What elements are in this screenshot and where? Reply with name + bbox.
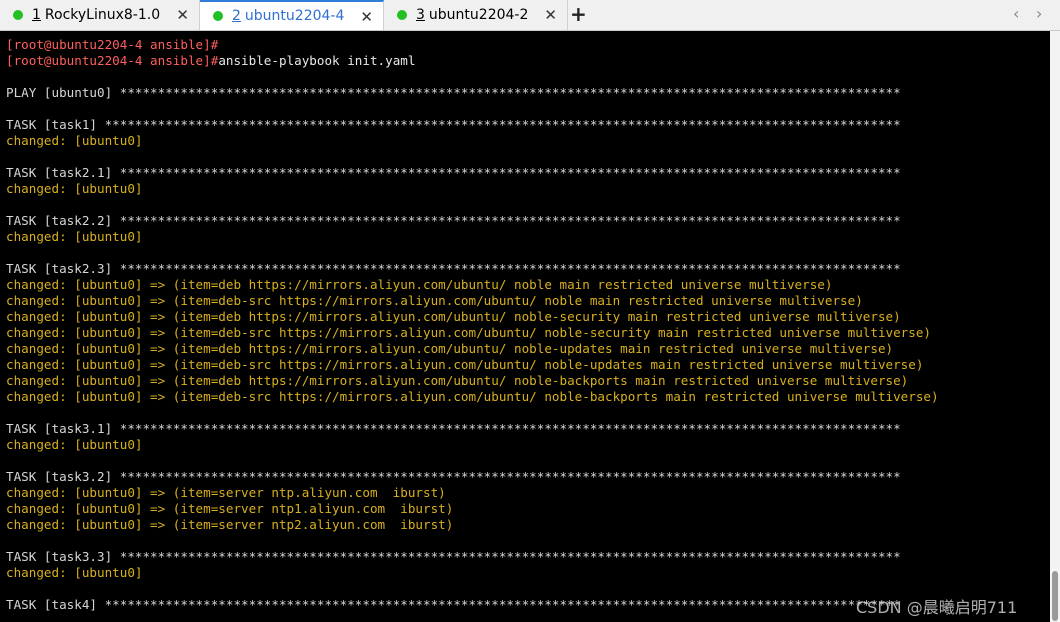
task-result: changed: [ubuntu0] [6,181,143,196]
tab-scroll-left-icon[interactable]: ‹ [1013,4,1019,23]
tab-number: 1 [32,7,41,23]
task-result: changed: [ubuntu0] => (item=server ntp2.… [6,517,454,532]
task-header: TASK [task3.1] *************************… [6,421,901,436]
terminal-command-line: [root@ubuntu2204-4 ansible]#ansible-play… [6,53,415,69]
play-header: PLAY [ubuntu0] *************************… [6,85,901,100]
tab-ubuntu2204-2[interactable]: 3 ubuntu2204-2 ✕ [384,0,568,30]
close-icon[interactable]: ✕ [544,6,557,24]
terminal-prompt-line: [root@ubuntu2204-4 ansible]# [6,37,218,53]
task-result: changed: [ubuntu0] => (item=server ntp1.… [6,501,454,516]
task-result: changed: [ubuntu0] [6,565,143,580]
close-icon[interactable]: ✕ [360,8,373,26]
task-result: changed: [ubuntu0] => (item=deb https://… [6,341,894,356]
terminal-scrollbar[interactable] [1050,31,1060,622]
tab-number: 3 [416,7,425,23]
watermark-text: CSDN @晨曦启明711 [856,598,1018,617]
command-text: ansible-playbook init.yaml [218,53,416,68]
prompt-text: [root@ubuntu2204-4 ansible]# [6,53,219,68]
tab-label: ubuntu2204-4 [244,8,345,24]
tab-rockylinux8[interactable]: 1 RockyLinux8-1.0 ✕ [0,0,200,30]
status-dot-icon [213,11,223,21]
task-result: changed: [ubuntu0] => (item=deb-src http… [6,357,924,372]
tab-ubuntu2204-4[interactable]: 2 ubuntu2204-4 ✕ [200,0,384,30]
task-header: TASK [task3.3] *************************… [6,549,901,564]
task-header: TASK [task2.1] *************************… [6,165,901,180]
task-header: TASK [task2.3] *************************… [6,261,901,276]
task-result: changed: [ubuntu0] => (item=deb https://… [6,309,901,324]
tab-label: ubuntu2204-2 [428,7,529,23]
status-dot-icon [13,10,23,20]
task-result: changed: [ubuntu0] => (item=deb-src http… [6,325,932,340]
task-header: TASK [task4] ***************************… [6,597,901,612]
terminal-output[interactable]: [root@ubuntu2204-4 ansible]# [root@ubunt… [0,31,1050,622]
task-result: changed: [ubuntu0] => (item=deb https://… [6,277,833,292]
task-result: changed: [ubuntu0] [6,437,143,452]
tab-number: 2 [232,8,241,24]
tab-bar: 1 RockyLinux8-1.0 ✕ 2 ubuntu2204-4 ✕ 3 u… [0,0,1060,31]
prompt-text: [root@ubuntu2204-4 ansible]# [6,37,219,52]
close-icon[interactable]: ✕ [176,6,189,24]
scrollbar-thumb[interactable] [1052,571,1058,621]
task-result: changed: [ubuntu0] [6,133,143,148]
new-tab-button[interactable]: + [570,2,587,26]
task-result: changed: [ubuntu0] => (item=deb-src http… [6,293,863,308]
tab-label: RockyLinux8-1.0 [44,7,161,23]
task-header: TASK [task3.2] *************************… [6,469,901,484]
task-result: changed: [ubuntu0] => (item=server ntp.a… [6,485,446,500]
task-result: changed: [ubuntu0] => (item=deb-src http… [6,389,939,404]
status-dot-icon [397,10,407,20]
task-result: changed: [ubuntu0] => (item=deb https://… [6,373,909,388]
task-header: TASK [task2.2] *************************… [6,213,901,228]
task-result: changed: [ubuntu0] [6,229,143,244]
task-header: TASK [task1] ***************************… [6,117,901,132]
tab-scroll-right-icon[interactable]: › [1036,4,1042,23]
